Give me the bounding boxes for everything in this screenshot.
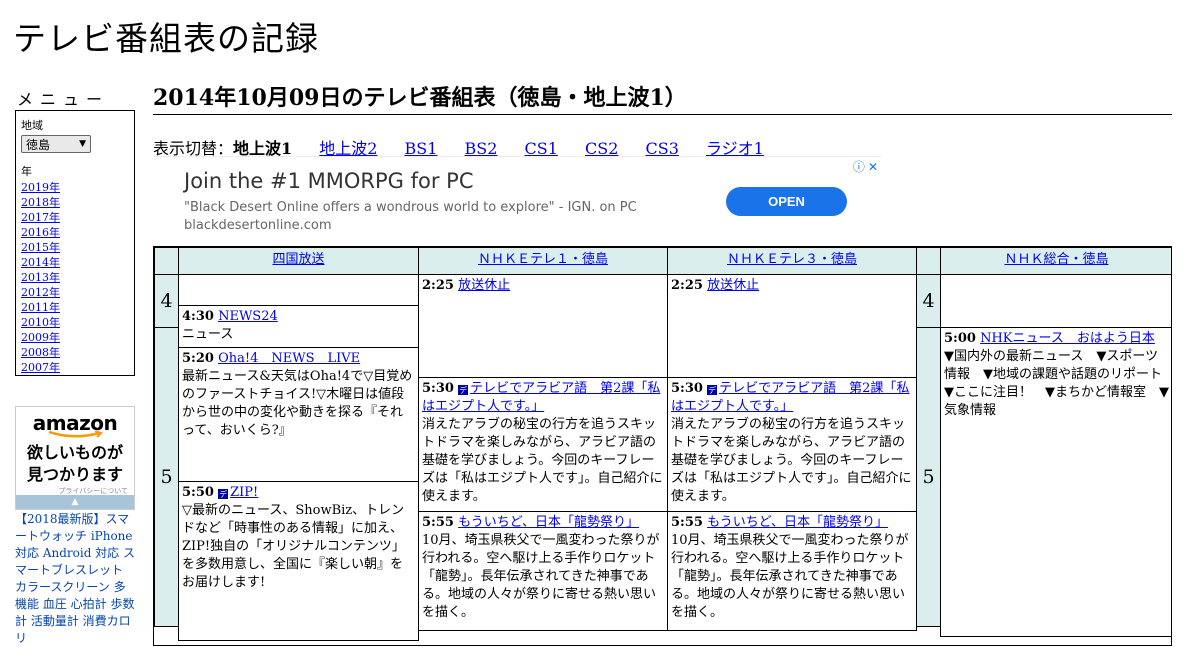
program-desc: 10月、埼玉県秩父で一風変わった祭りが行われる。空へ駆け上る手作りロケット「龍勢… (422, 533, 660, 620)
close-icon[interactable]: ✕ (868, 160, 878, 174)
program-time: 2:25 (671, 278, 703, 293)
program-time: 5:20 (182, 351, 214, 366)
program-desc: 最新ニュース&天気はOha!4で▽目覚めのファーストチョイス!▽木曜日は値段から… (182, 369, 413, 438)
program-time: 5:55 (671, 515, 703, 530)
program-title-link[interactable]: 放送休止 (458, 278, 510, 293)
site-title: テレビ番組表の記録 (13, 19, 319, 58)
corner-cell (916, 247, 941, 275)
program-cell: 5:55 もういちど、日本「龍勢祭り」 10月、埼玉県秩父で一風変わった祭りが行… (418, 511, 668, 631)
product-link-block: 【2018最新版】スマートウォッチ iPhone 対応 Android 対応 ス… (15, 511, 137, 647)
program-title-link[interactable]: ZIP! (230, 485, 258, 500)
program-title-link[interactable]: もういちど、日本「龍勢祭り」 (458, 515, 639, 530)
year-link[interactable]: 2017年 (21, 211, 60, 224)
year-link[interactable]: 2007年 (21, 361, 60, 374)
amazon-logo: amazon (32, 411, 118, 435)
corner-cell (154, 247, 179, 275)
hour-label: 4 (154, 274, 179, 328)
program-title-link[interactable]: 放送休止 (707, 278, 759, 293)
banner-domain: blackdesertonline.com (184, 218, 332, 233)
amazon-ad[interactable]: amazon 欲しいものが 見つかります プライバシーについて ▲ (15, 406, 135, 510)
program-cell: 5:30 デテレビでアラビア語 第2課「私はエジプト人です。」 消えたアラブの秘… (418, 377, 668, 512)
schedule-table: 四国放送 ＮＨＫＥテレ１・徳島 ＮＨＫＥテレ３・徳島 ＮＨＫ総合・徳島 4 5 … (153, 246, 1172, 646)
amazon-bar[interactable]: ▲ (16, 495, 134, 509)
program-desc: 消えたアラブの秘宝の行方を追うスキットドラマを楽しみながら、アラビア語の基礎を学… (671, 417, 912, 504)
program-empty (178, 274, 419, 306)
program-empty (940, 274, 1171, 328)
program-cell: 2:25 放送休止 (667, 274, 917, 378)
year-link[interactable]: 2016年 (21, 226, 60, 239)
year-link[interactable]: 2009年 (21, 331, 60, 344)
program-title-link[interactable]: NHKニュース おはよう日本 (980, 331, 1155, 346)
channel-link[interactable]: ＮＨＫ総合・徳島 (1004, 252, 1108, 267)
year-link[interactable]: 2019年 (21, 181, 60, 194)
program-time: 5:55 (422, 515, 454, 530)
year-label: 年 (21, 165, 32, 178)
channel-header: 四国放送 (178, 247, 419, 275)
program-time: 5:30 (422, 381, 454, 396)
program-cell: 5:55 もういちど、日本「龍勢祭り」 10月、埼玉県秩父で一風変わった祭りが行… (667, 511, 917, 631)
amazon-copy-line1: 欲しいものが (26, 443, 123, 462)
banner-description: "Black Desert Online offers a wondrous w… (184, 200, 637, 215)
year-link[interactable]: 2011年 (21, 301, 60, 314)
hour-label: 4 (916, 274, 941, 328)
hour-label: 5 (154, 327, 179, 627)
year-link[interactable]: 2018年 (21, 196, 60, 209)
channel-link[interactable]: ＮＨＫＥテレ３・徳島 (727, 252, 857, 267)
program-title-link[interactable]: もういちど、日本「龍勢祭り」 (707, 515, 888, 530)
year-link[interactable]: 2015年 (21, 241, 60, 254)
year-link[interactable]: 2012年 (21, 286, 60, 299)
year-list: 2019年 2018年 2017年 2016年 2015年 2014年 2013… (21, 180, 129, 375)
program-time: 5:30 (671, 381, 703, 396)
data-broadcast-icon: デ (458, 385, 469, 395)
program-desc: ニュース (182, 327, 234, 342)
program-desc: 消えたアラブの秘宝の行方を追うスキットドラマを楽しみながら、アラビア語の基礎を学… (422, 417, 663, 504)
program-title-link[interactable]: NEWS24 (218, 309, 278, 324)
page-title: 2014年10月09日のテレビ番組表（徳島・地上波1） (153, 84, 1172, 115)
banner-ad[interactable]: Join the #1 MMORPG for PC "Black Desert … (153, 156, 881, 245)
region-select-value: 徳島 (26, 137, 51, 152)
year-link[interactable]: 2013年 (21, 271, 60, 284)
program-cell: 2:25 放送休止 (418, 274, 668, 378)
program-cell: 4:30 NEWS24 ニュース (178, 305, 419, 348)
program-desc: ▼国内外の最新ニュース ▼スポーツ情報 ▼地域の課題や話題のリポート ▼ここに注… (944, 349, 1171, 418)
region-select[interactable]: 徳島 ▼ (21, 135, 91, 153)
chevron-down-icon: ▼ (79, 139, 86, 149)
region-label: 地域 (21, 119, 43, 132)
year-link[interactable]: 2014年 (21, 256, 60, 269)
channel-header: ＮＨＫＥテレ１・徳島 (418, 247, 668, 275)
channel-header: ＮＨＫＥテレ３・徳島 (667, 247, 917, 275)
banner-title: Join the #1 MMORPG for PC (184, 169, 474, 193)
banner-open-button[interactable]: OPEN (726, 187, 847, 216)
hour-label: 5 (916, 327, 941, 627)
data-broadcast-icon: デ (707, 385, 718, 395)
program-cell: 5:30 デテレビでアラビア語 第2課「私はエジプト人です。」 消えたアラブの秘… (667, 377, 917, 512)
menu-heading: メニュー (17, 90, 110, 109)
program-desc: 10月、埼玉県秩父で一風変わった祭りが行われる。空へ駆け上る手作りロケット「龍勢… (671, 533, 909, 620)
channel-header: ＮＨＫ総合・徳島 (940, 247, 1171, 275)
program-cell: 5:00 NHKニュース おはよう日本 ▼国内外の最新ニュース ▼スポーツ情報 … (940, 327, 1171, 637)
program-time: 5:00 (944, 331, 976, 346)
product-link[interactable]: 【2018最新版】スマートウォッチ iPhone 対応 Android 対応 ス… (15, 512, 135, 645)
program-title-link[interactable]: Oha!4 NEWS LIVE (218, 351, 360, 366)
year-link[interactable]: 2010年 (21, 316, 60, 329)
data-broadcast-icon: デ (218, 489, 229, 499)
program-cell: 5:20 Oha!4 NEWS LIVE 最新ニュース&天気はOha!4で▽目覚… (178, 347, 419, 482)
channel-link[interactable]: 四国放送 (272, 252, 324, 267)
chevron-up-icon: ▲ (71, 497, 79, 507)
program-time: 2:25 (422, 278, 454, 293)
amazon-copy-line2: 見つかります (26, 465, 123, 484)
program-time: 5:50 (182, 485, 214, 500)
program-time: 4:30 (182, 309, 214, 324)
year-link[interactable]: 2008年 (21, 346, 60, 359)
menu-box: 地域 徳島 ▼ 年 2019年 2018年 2017年 2016年 2015年 … (15, 110, 135, 376)
channel-link[interactable]: ＮＨＫＥテレ１・徳島 (478, 252, 608, 267)
program-desc: ▽最新のニュース、ShowBiz、トレンドなど「時事性のある情報」に加え、ZIP… (182, 503, 405, 590)
info-icon[interactable]: ⓘ (853, 160, 865, 174)
program-cell: 5:50 デ ZIP! ▽最新のニュース、ShowBiz、トレンドなど「時事性のあ… (178, 481, 419, 641)
